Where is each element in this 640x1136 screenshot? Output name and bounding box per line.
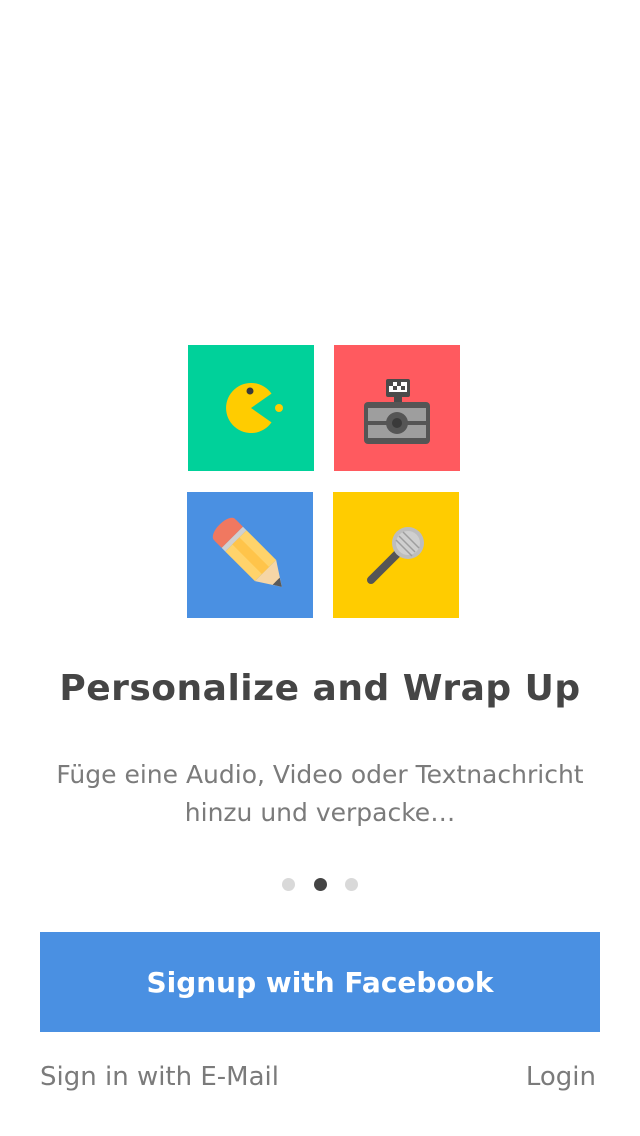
pencil-icon bbox=[187, 492, 313, 618]
camera-icon bbox=[334, 345, 460, 471]
games-tile bbox=[188, 345, 314, 471]
pacman-icon bbox=[188, 345, 314, 471]
onboarding-description: Füge eine Audio, Video oder Textnachrich… bbox=[56, 760, 584, 827]
page-dot-2-active[interactable] bbox=[313, 878, 327, 891]
sign-in-email-link[interactable]: Sign in with E-Mail bbox=[40, 1062, 279, 1092]
onboarding-title: Personalize and Wrap Up bbox=[59, 668, 581, 709]
page-dot-3[interactable] bbox=[344, 878, 358, 891]
microphone-tile bbox=[333, 492, 459, 618]
login-link[interactable]: Login bbox=[526, 1062, 596, 1092]
page-dot-1[interactable] bbox=[282, 878, 296, 891]
page-indicator bbox=[0, 878, 640, 892]
signup-facebook-button[interactable]: Signup with Facebook bbox=[40, 932, 600, 1032]
microphone-icon bbox=[333, 492, 459, 618]
camera-tile bbox=[334, 345, 460, 471]
pencil-tile bbox=[187, 492, 313, 618]
